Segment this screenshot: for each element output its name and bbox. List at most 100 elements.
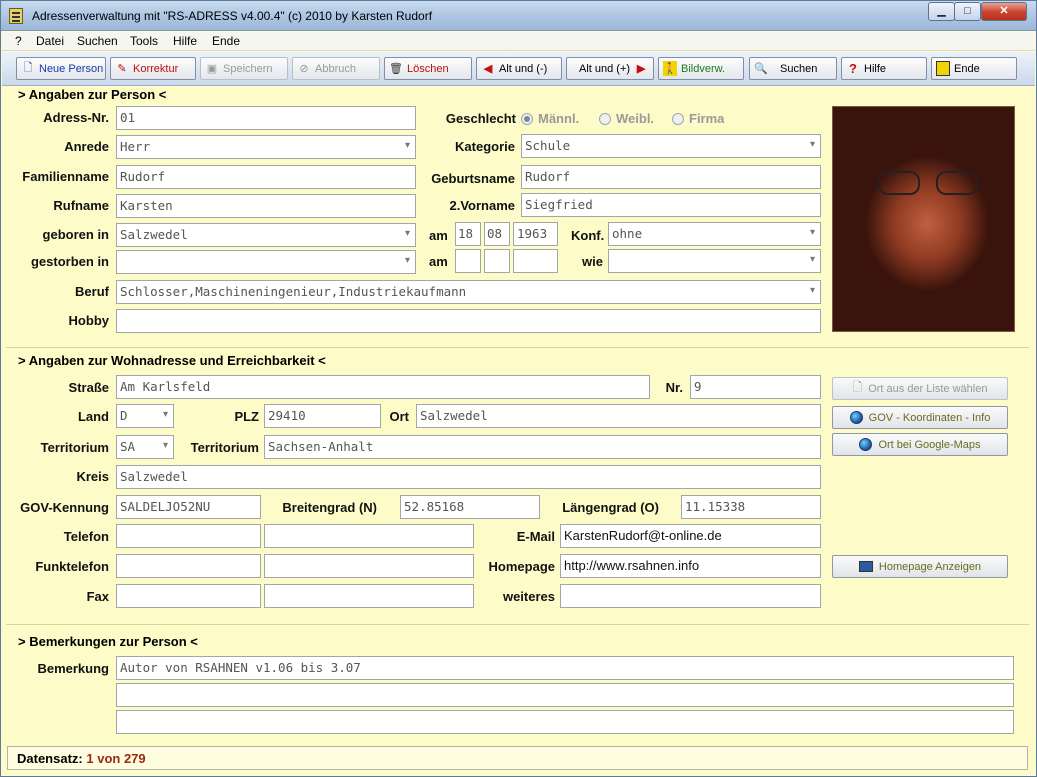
alt-plus-button[interactable]: Alt und (+) ▶	[566, 57, 654, 80]
fax-field[interactable]	[116, 584, 261, 608]
zweiter-vorname-field[interactable]: Siegfried	[521, 193, 821, 217]
suchen-button[interactable]: 🔍 Suchen	[749, 57, 837, 80]
address-section-title: > Angaben zur Wohnadresse und Erreichbar…	[18, 353, 326, 368]
person-section-divider	[6, 347, 1029, 348]
bemerkung-line-2[interactable]	[116, 683, 1014, 707]
telefon-field[interactable]	[116, 524, 261, 548]
strasse-field[interactable]: Am Karlsfeld	[116, 375, 650, 399]
wie-label: wie	[582, 254, 603, 269]
app-icon	[9, 8, 23, 24]
hobby-field[interactable]	[116, 309, 821, 333]
nr-field[interactable]: 9	[690, 375, 821, 399]
territorium-code-select[interactable]: SA	[116, 435, 174, 459]
funktelefon-extra-field[interactable]	[264, 554, 474, 578]
google-maps-button[interactable]: Ort bei Google-Maps	[832, 433, 1008, 456]
person-section-title: > Angaben zur Person <	[18, 87, 167, 102]
geburtsname-field[interactable]: Rudorf	[521, 165, 821, 189]
menu-hilfe[interactable]: Hilfe	[173, 34, 197, 48]
alt-minus-button[interactable]: ◀ Alt und (-)	[476, 57, 562, 80]
gov-info-button[interactable]: GOV - Koordinaten - Info	[832, 406, 1008, 429]
adress-nr-label: Adress-Nr.	[43, 110, 109, 125]
anrede-select[interactable]: Herr	[116, 135, 416, 159]
fax-label: Fax	[86, 589, 109, 604]
bemerkung-line-1[interactable]: Autor von RSAHNEN v1.06 bis 3.07	[116, 656, 1014, 680]
person-walking-icon: 🚶	[663, 61, 677, 76]
arrow-left-icon: ◀	[483, 63, 493, 75]
email-field[interactable]: KarstenRudorf@t-online.de	[560, 524, 821, 548]
kreis-field[interactable]: Salzwedel	[116, 465, 821, 489]
hilfe-button[interactable]: ? Hilfe	[841, 57, 927, 80]
konf-select[interactable]: ohne	[608, 222, 821, 246]
familienname-field[interactable]: Rudorf	[116, 165, 416, 189]
rufname-field[interactable]: Karsten	[116, 194, 416, 218]
konf-label: Konf.	[571, 228, 605, 243]
ende-button[interactable]: Ende	[931, 57, 1017, 80]
abbruch-button[interactable]: ⊘ Abbruch	[292, 57, 380, 80]
bemerkung-line-3[interactable]	[116, 710, 1014, 734]
main-window: Adressenverwaltung mit "RS-ADRESS v4.00.…	[0, 0, 1037, 777]
loeschen-button[interactable]: 🗑 Löschen	[384, 57, 472, 80]
menu-suchen[interactable]: Suchen	[77, 34, 118, 48]
document-icon: 🗋	[852, 380, 863, 394]
radio-weibl-icon	[599, 112, 611, 125]
laengengrad-field[interactable]: 11.15338	[681, 495, 821, 519]
homepage-field[interactable]: http://www.rsahnen.info	[560, 554, 821, 578]
gestorben-in-label: gestorben in	[30, 254, 109, 269]
maximize-button[interactable]: □	[954, 2, 981, 21]
glasses-shape	[878, 171, 998, 199]
weiteres-field[interactable]	[560, 584, 821, 608]
nr-label: Nr.	[665, 380, 683, 395]
telefon-extra-field[interactable]	[264, 524, 474, 548]
plz-field[interactable]: 29410	[264, 404, 381, 428]
neue-person-button[interactable]: 🗋 Neue Person	[16, 57, 106, 80]
bildverw-button[interactable]: 🚶 Bildverw.	[658, 57, 744, 80]
gender-option-maennl[interactable]: Männl.	[521, 111, 579, 126]
minimize-button[interactable]: ▁	[928, 2, 955, 21]
geb-tag-field[interactable]: 18	[455, 222, 481, 246]
gender-option-firma[interactable]: Firma	[672, 111, 724, 126]
tod-jahr-field[interactable]	[513, 249, 558, 273]
address-section-divider	[6, 624, 1029, 625]
territorium-name-field[interactable]: Sachsen-Anhalt	[264, 435, 821, 459]
gender-option-weibl[interactable]: Weibl.	[599, 111, 654, 126]
adress-nr-field[interactable]: 01	[116, 106, 416, 130]
homepage-anzeigen-button[interactable]: Homepage Anzeigen	[832, 555, 1008, 578]
gestorben-am-label: am	[429, 254, 448, 269]
speichern-button[interactable]: ▣ Speichern	[200, 57, 288, 80]
breitengrad-field[interactable]: 52.85168	[400, 495, 540, 519]
menu-tools[interactable]: Tools	[130, 34, 158, 48]
bemerkung-label: Bemerkung	[37, 661, 109, 676]
geboren-am-label: am	[429, 228, 448, 243]
radio-maennl-icon	[521, 112, 533, 125]
geboren-in-select[interactable]: Salzwedel	[116, 223, 416, 247]
tod-monat-field[interactable]	[484, 249, 510, 273]
land-select[interactable]: D	[116, 404, 174, 428]
kreis-label: Kreis	[76, 469, 109, 484]
gov-kennung-field[interactable]: SALDELJO52NU	[116, 495, 261, 519]
exit-door-icon	[936, 61, 950, 76]
ort-aus-liste-button[interactable]: 🗋 Ort aus der Liste wählen	[832, 377, 1008, 400]
kategorie-select[interactable]: Schule	[521, 134, 821, 158]
geboren-in-label: geboren in	[42, 227, 109, 242]
wie-select[interactable]	[608, 249, 821, 273]
tod-tag-field[interactable]	[455, 249, 481, 273]
close-button[interactable]: ✕	[981, 2, 1027, 21]
monitor-icon	[858, 561, 873, 572]
menu-datei[interactable]: Datei	[36, 34, 64, 48]
geb-jahr-field[interactable]: 1963	[513, 222, 558, 246]
fax-extra-field[interactable]	[264, 584, 474, 608]
gov-kennung-label: GOV-Kennung	[20, 500, 109, 515]
korrektur-button[interactable]: ✎ Korrektur	[110, 57, 196, 80]
ort-field[interactable]: Salzwedel	[416, 404, 821, 428]
globe-icon	[859, 438, 873, 451]
gestorben-in-select[interactable]	[116, 250, 416, 274]
menu-help-question[interactable]: ?	[15, 34, 22, 48]
beruf-select[interactable]: Schlosser,Maschineningenieur,Industrieka…	[116, 280, 821, 304]
geb-monat-field[interactable]: 08	[484, 222, 510, 246]
funktelefon-field[interactable]	[116, 554, 261, 578]
radio-firma-icon	[672, 112, 684, 125]
status-label: Datensatz:	[17, 751, 83, 766]
person-photo[interactable]	[832, 106, 1015, 332]
menu-ende[interactable]: Ende	[212, 34, 240, 48]
territorium-name-label: Territorium	[190, 440, 259, 455]
